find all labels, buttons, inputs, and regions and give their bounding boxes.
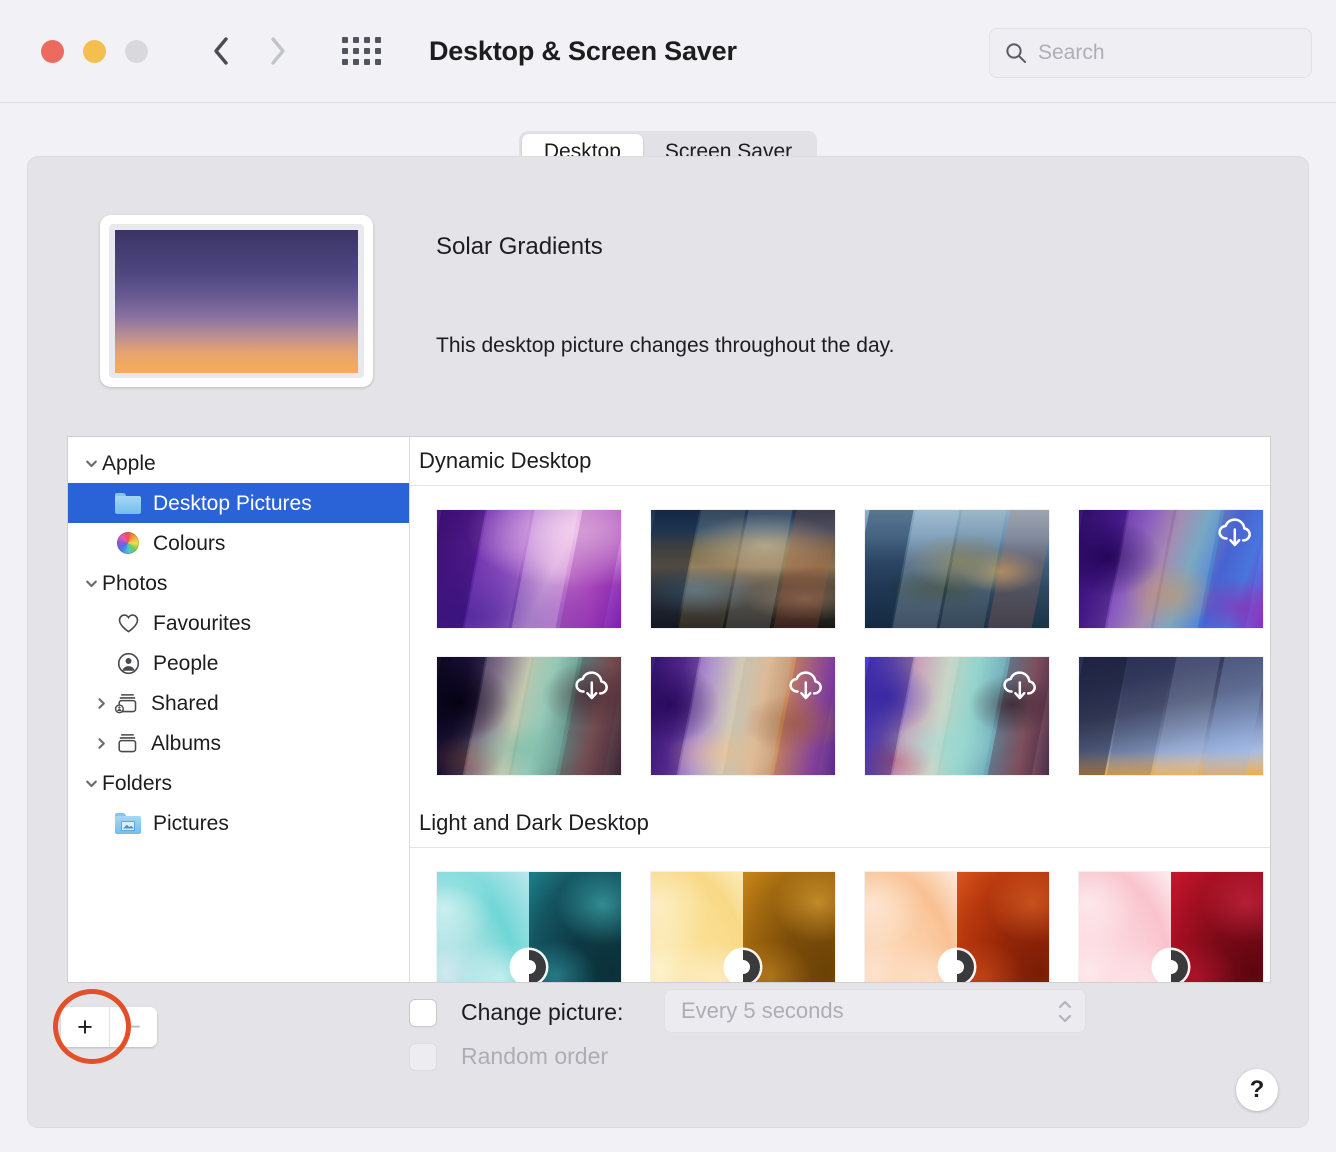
change-picture-checkbox[interactable]: [410, 1000, 436, 1026]
preview-frame[interactable]: [100, 215, 373, 387]
sidebar-item-people[interactable]: People: [68, 643, 409, 683]
color-wheel-icon: [114, 531, 142, 555]
wallpaper-thumbnail-solar-gradients[interactable]: [1079, 657, 1263, 775]
preferences-window: Desktop & Screen Saver Search Desktop Sc…: [0, 0, 1336, 1152]
add-folder-button[interactable]: +: [61, 1007, 109, 1047]
forward-button[interactable]: [264, 34, 290, 68]
change-interval-value: Every 5 seconds: [681, 998, 1057, 1024]
sidebar-item-label: People: [153, 653, 218, 674]
sidebar-item-shared[interactable]: Shared: [68, 683, 409, 723]
preview-image-solar-gradients: [115, 230, 358, 373]
wallpaper-thumbnail-big-sur[interactable]: [651, 510, 835, 628]
add-remove-buttons: + −: [61, 1007, 157, 1047]
navigation-buttons: [208, 34, 290, 68]
search-icon: [1005, 42, 1027, 64]
wallpaper-thumbnail-the-beach[interactable]: [865, 657, 1049, 775]
wallpaper-thumbnail-big-sur-orange[interactable]: [865, 872, 1049, 982]
heart-icon: [114, 611, 142, 635]
source-sidebar: Apple Desktop Pictures Colours: [68, 437, 410, 982]
chevron-down-icon[interactable]: [80, 576, 102, 591]
sidebar-item-label: Colours: [153, 533, 225, 554]
sidebar-item-label: Pictures: [153, 813, 229, 834]
show-all-grid-icon[interactable]: [342, 37, 381, 65]
sidebar-item-favourites[interactable]: Favourites: [68, 603, 409, 643]
wallpaper-thumbnail-the-desert[interactable]: [651, 657, 835, 775]
wallpaper-thumbnail-the-lake[interactable]: [437, 657, 621, 775]
light-dark-icon: [512, 950, 546, 982]
help-button[interactable]: ?: [1236, 1069, 1278, 1111]
change-picture-row: Change picture:: [410, 999, 623, 1026]
change-interval-popup[interactable]: Every 5 seconds: [665, 990, 1085, 1032]
change-picture-label: Change picture:: [461, 999, 623, 1026]
person-circle-icon: [114, 651, 142, 675]
chevron-right-icon[interactable]: [90, 696, 112, 711]
pictures-folder-icon: [114, 811, 142, 835]
chevron-down-icon[interactable]: [80, 776, 102, 791]
cloud-download-icon: [786, 669, 826, 703]
sidebar-item-albums[interactable]: Albums: [68, 723, 409, 763]
sidebar-item-label: Albums: [151, 733, 221, 754]
sidebar-item-label: Favourites: [153, 613, 251, 634]
wallpaper-name: Solar Gradients: [436, 233, 894, 261]
chevron-down-icon[interactable]: [80, 456, 102, 471]
chevron-left-icon: [208, 34, 234, 68]
sidebar-item-pictures[interactable]: Pictures: [68, 803, 409, 843]
light-dark-icon: [726, 950, 760, 982]
minimize-button[interactable]: [83, 40, 106, 63]
sidebar-item-photos[interactable]: Photos: [68, 563, 409, 603]
stepper-arrows-icon: [1057, 999, 1073, 1024]
light-dark-icon: [1154, 950, 1188, 982]
wallpaper-browser[interactable]: Dynamic Desktop: [410, 437, 1270, 982]
source-and-thumbnails: Apple Desktop Pictures Colours: [68, 437, 1270, 982]
light-dark-icon: [940, 950, 974, 982]
section-header-dynamic-desktop: Dynamic Desktop: [410, 437, 1270, 486]
traffic-light-buttons: [41, 40, 148, 63]
sidebar-item-folders[interactable]: Folders: [68, 763, 409, 803]
wallpaper-thumbnail-big-sur-graphic[interactable]: [1079, 510, 1263, 628]
cloud-download-icon: [1000, 669, 1040, 703]
sidebar-item-label: Desktop Pictures: [153, 493, 312, 514]
close-button[interactable]: [41, 40, 64, 63]
wallpaper-thumbnail-catalina[interactable]: [865, 510, 1049, 628]
chevron-right-icon: [264, 34, 290, 68]
bottom-controls: + − Change picture: Every 5 seconds Rand…: [28, 982, 1308, 1127]
folder-icon: [114, 491, 142, 515]
preview-info: Solar Gradients This desktop picture cha…: [436, 215, 894, 358]
current-wallpaper-preview: Solar Gradients This desktop picture cha…: [100, 215, 894, 387]
random-order-row: Random order: [410, 1043, 608, 1070]
sidebar-item-label: Apple: [102, 453, 156, 474]
back-button[interactable]: [208, 34, 234, 68]
random-order-label: Random order: [461, 1043, 608, 1070]
thumbnail-grid-light-dark: [410, 848, 1270, 982]
zoom-button[interactable]: [125, 40, 148, 63]
sidebar-item-apple[interactable]: Apple: [68, 443, 409, 483]
cloud-download-icon: [1215, 516, 1255, 550]
wallpaper-thumbnail-big-sur-red[interactable]: [1079, 872, 1263, 982]
sidebar-item-desktop-pictures[interactable]: Desktop Pictures: [68, 483, 409, 523]
cloud-download-icon: [572, 669, 612, 703]
thumbnail-grid-dynamic: [410, 486, 1270, 799]
desktop-pane: Solar Gradients This desktop picture cha…: [28, 157, 1308, 1127]
search-field[interactable]: Search: [989, 28, 1312, 78]
wallpaper-description: This desktop picture changes throughout …: [436, 334, 894, 358]
wallpaper-thumbnail-big-sur-yellow[interactable]: [651, 872, 835, 982]
shared-albums-icon: [112, 691, 140, 715]
preview-inner-bezel: [109, 224, 364, 378]
sidebar-item-colours[interactable]: Colours: [68, 523, 409, 563]
section-header-light-and-dark-desktop: Light and Dark Desktop: [410, 799, 1270, 848]
sidebar-item-label: Photos: [102, 573, 167, 594]
remove-folder-button: −: [109, 1007, 157, 1047]
chevron-right-icon[interactable]: [90, 736, 112, 751]
random-order-checkbox: [410, 1044, 436, 1070]
wallpaper-thumbnail-big-sur-blue[interactable]: [437, 872, 621, 982]
sidebar-item-label: Folders: [102, 773, 172, 794]
search-placeholder: Search: [1038, 41, 1105, 65]
albums-icon: [112, 731, 140, 755]
sidebar-item-label: Shared: [151, 693, 219, 714]
window-toolbar: Desktop & Screen Saver Search: [0, 0, 1336, 103]
page-title: Desktop & Screen Saver: [429, 36, 737, 67]
wallpaper-thumbnail-monterey-graphic[interactable]: [437, 510, 621, 628]
